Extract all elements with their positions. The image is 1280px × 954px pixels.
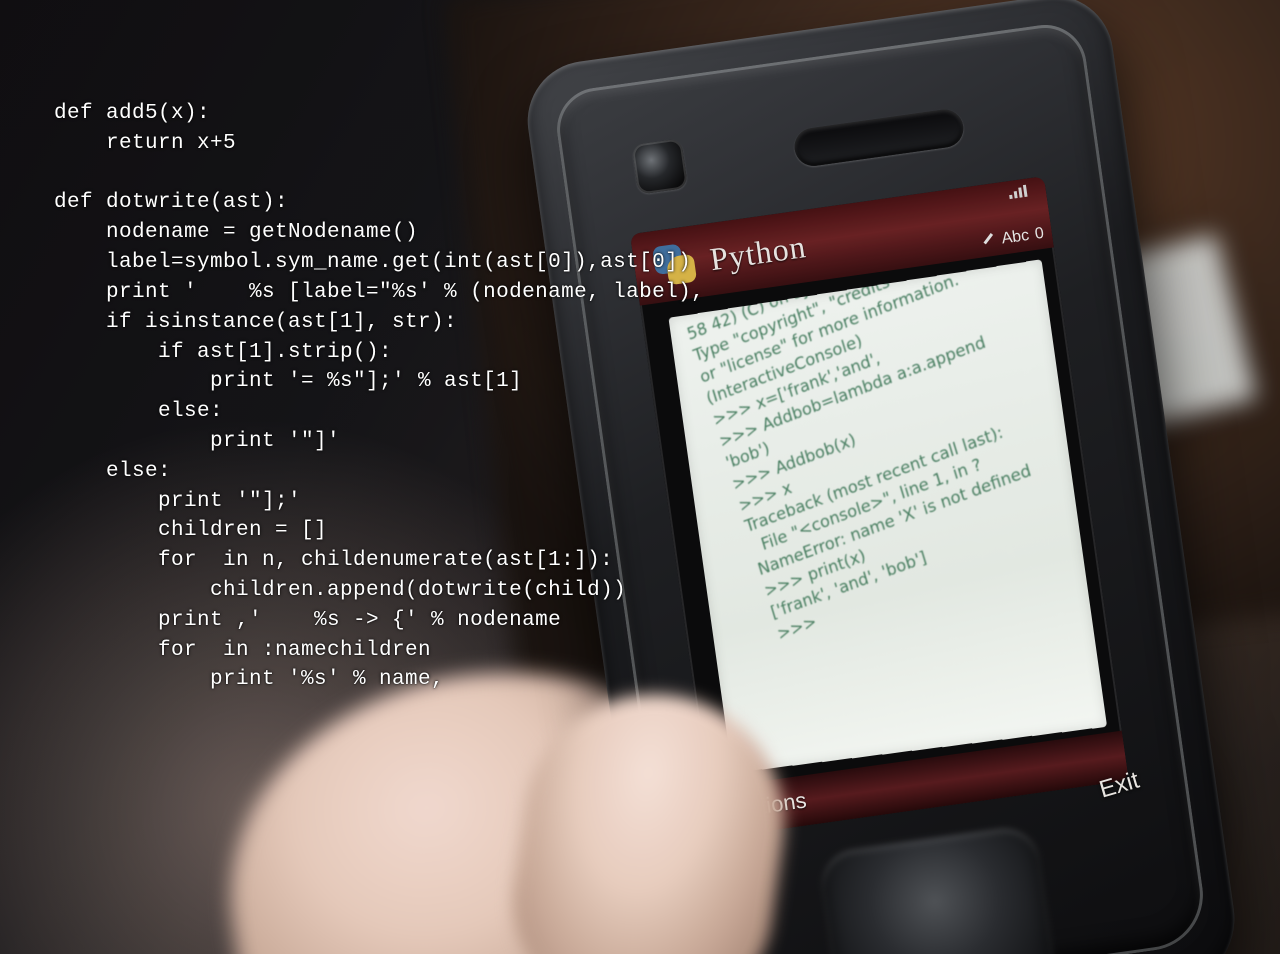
signal-icon	[1008, 184, 1029, 199]
pencil-icon	[983, 234, 997, 248]
earpiece	[792, 107, 966, 168]
dpad[interactable]	[817, 824, 1060, 954]
app-title: Python	[708, 228, 809, 278]
input-mode-label: Abc	[1001, 227, 1031, 249]
python-console[interactable]: 58 42) (C) on symbian s60 Type "copyrigh…	[668, 259, 1107, 773]
console-output: 58 42) (C) on symbian s60 Type "copyrigh…	[685, 259, 1107, 646]
scene-root: Python Abc 0 58 42) (C) on symbian s60 T…	[0, 0, 1280, 954]
code-overlay: def add5(x): return x+5 def dotwrite(ast…	[54, 99, 704, 695]
